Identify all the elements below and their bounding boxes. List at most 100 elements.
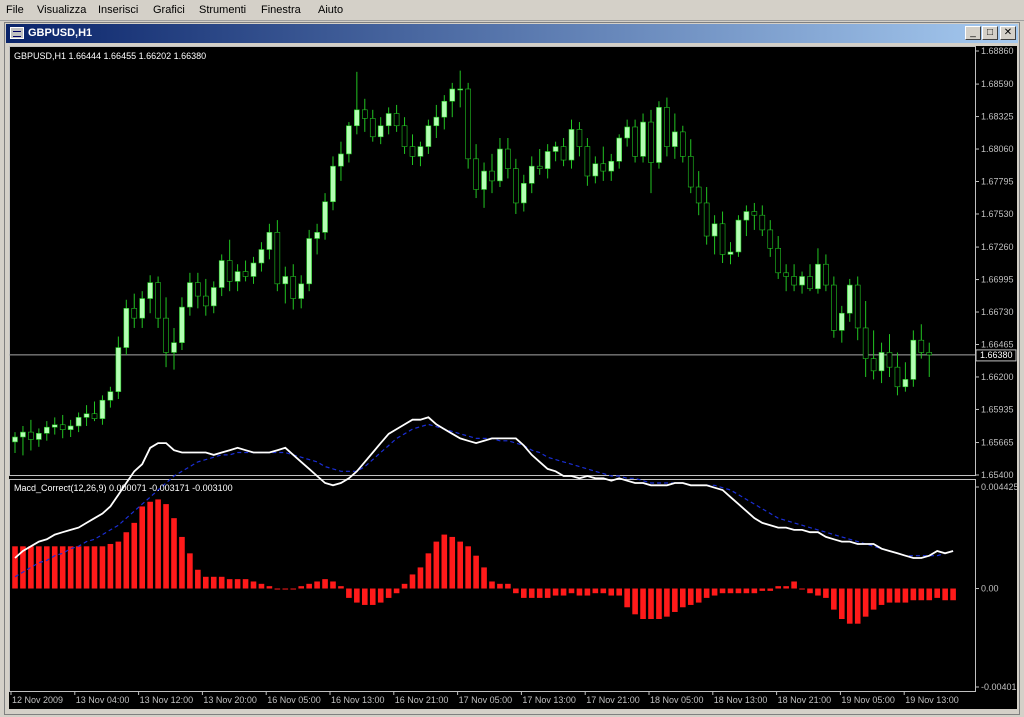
menu-strumenti[interactable]: Strumenti <box>199 4 246 16</box>
candle-body <box>775 247 782 274</box>
macd-histogram-bar <box>187 553 193 589</box>
candle-body <box>831 284 837 331</box>
candle-body <box>568 129 575 161</box>
candle-body <box>75 417 82 427</box>
menu-grafici[interactable]: Grafici <box>153 4 185 16</box>
macd-histogram-bar <box>290 588 297 590</box>
candle-body <box>894 366 901 388</box>
price-tick-label: 1.65665 <box>981 438 1014 448</box>
menu-inserisci[interactable]: Inserisci <box>98 4 138 16</box>
macd-histogram-bar <box>743 588 750 594</box>
candle-body <box>878 352 885 372</box>
macd-histogram-bar <box>536 588 543 598</box>
macd-histogram-bar <box>51 546 58 589</box>
menu-file[interactable]: File <box>6 4 24 16</box>
menu-finestra[interactable]: Finestra <box>261 4 301 16</box>
macd-histogram-bar <box>942 588 948 601</box>
macd-histogram-bar <box>393 588 400 594</box>
candle-body <box>600 163 607 172</box>
minimize-button[interactable]: _ <box>965 26 981 40</box>
price-tick-label: 1.65935 <box>981 404 1014 414</box>
candle-body <box>497 148 503 182</box>
candle-body <box>536 165 543 169</box>
candle-body <box>298 283 305 299</box>
macd-histogram-bar <box>338 586 344 589</box>
candle-body <box>425 125 432 147</box>
macd-histogram-bar <box>767 588 774 591</box>
candle-body <box>886 352 893 368</box>
close-button[interactable]: ✕ <box>1000 26 1016 40</box>
macd-histogram-bar <box>505 583 511 589</box>
macd-histogram-bar <box>107 543 114 589</box>
candle-body <box>234 271 241 282</box>
candle-body <box>115 347 122 392</box>
candle-body <box>513 168 519 204</box>
candle-body <box>179 306 185 343</box>
maximize-button[interactable]: □ <box>982 26 998 40</box>
macd-histogram-bar <box>226 579 233 589</box>
candle-body <box>854 284 861 329</box>
candle-body <box>322 201 328 233</box>
time-tick-label: 17 Nov 13:00 <box>522 695 576 705</box>
candle-body <box>226 260 233 282</box>
macd-histogram-bar <box>473 555 479 589</box>
macd-histogram-bar <box>695 588 702 603</box>
macd-histogram-bar <box>680 588 686 608</box>
time-tick-label: 12 Nov 2009 <box>12 695 63 705</box>
macd-histogram-bar <box>886 588 893 603</box>
candle-body <box>218 260 225 288</box>
candle-body <box>656 107 662 163</box>
candle-body <box>123 308 130 348</box>
price-chart[interactable]: 1.68860 1.68590 1.68325 1.68060 1.67795 1.675… <box>9 46 1017 709</box>
time-tick-label: 13 Nov 12:00 <box>140 695 194 705</box>
macd-histogram-bar <box>362 588 368 605</box>
macd-histogram-bar <box>59 546 66 589</box>
chart-canvas[interactable]: 1.68860 1.68590 1.68325 1.68060 1.67795 1.675… <box>9 46 1017 709</box>
macd-histogram-bar <box>274 588 281 590</box>
macd-histogram-bar <box>425 553 432 589</box>
candle-body <box>51 424 58 428</box>
candle-body <box>910 339 917 380</box>
macd-histogram-bar <box>481 567 487 589</box>
candle-body <box>560 146 567 161</box>
menu-bar: File Visualizza Inserisci Grafici Strumenti F… <box>0 0 1024 21</box>
candle-body <box>799 276 805 286</box>
candle-body <box>43 426 50 434</box>
menu-aiuto[interactable]: Aiuto <box>318 4 343 16</box>
candle-body <box>242 271 249 277</box>
candle-body <box>608 160 615 172</box>
macd-histogram-bar <box>918 588 925 601</box>
candle-body <box>28 431 34 440</box>
candle-body <box>624 126 630 139</box>
macd-histogram-bar <box>854 588 861 624</box>
candle-body <box>679 131 686 157</box>
candle-body <box>846 284 853 314</box>
menu-visualizza[interactable]: Visualizza <box>37 4 86 16</box>
candle-body <box>815 263 821 290</box>
candle-body <box>632 126 638 157</box>
macd-histogram-bar <box>179 536 185 589</box>
price-tick-label: 1.68060 <box>981 144 1014 154</box>
macd-histogram-bar <box>67 546 74 589</box>
candle-body <box>203 295 209 307</box>
candle-body <box>576 129 583 147</box>
macd-histogram-bar <box>544 588 551 598</box>
price-tick-label: 1.67795 <box>981 177 1014 187</box>
window-titlebar[interactable]: GBPUSD,H1 _ □ ✕ <box>6 24 1018 43</box>
candle-body <box>266 232 273 250</box>
macd-histogram-bar <box>831 588 837 610</box>
candle-body <box>528 165 535 184</box>
candle-body <box>385 113 392 127</box>
macd-histogram-bar <box>258 583 265 589</box>
macd-histogram-bar <box>282 588 289 590</box>
macd-histogram-bar <box>377 588 384 603</box>
candle-body <box>147 282 153 299</box>
candle-body <box>330 165 336 203</box>
candle-body <box>393 113 400 127</box>
candle-body <box>377 125 384 138</box>
macd-panel-label: Macd_Correct(12,26,9) 0.000071 -0.003171… <box>14 483 233 493</box>
candle-body <box>505 148 511 169</box>
macd-histogram-bar <box>330 581 336 589</box>
candle-body <box>783 272 789 277</box>
candle-body <box>791 276 797 286</box>
